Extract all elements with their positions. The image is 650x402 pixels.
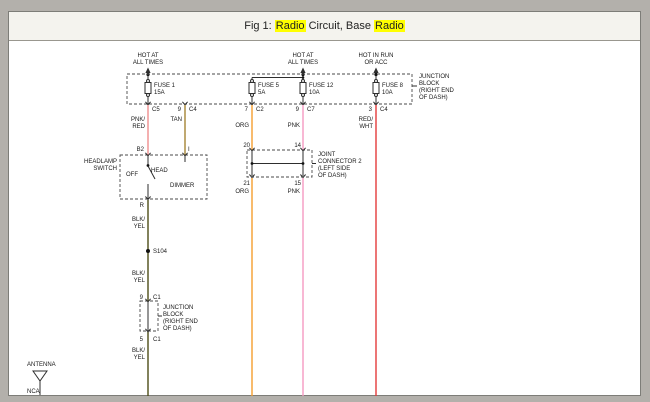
figure-title: Fig 1: Radio Circuit, Base Radio — [244, 20, 405, 32]
figure-title-bar: Fig 1: Radio Circuit, Base Radio — [9, 12, 640, 41]
title-search-highlight-1: Radio — [275, 20, 306, 32]
diagram-canvas[interactable] — [9, 41, 640, 395]
app-window: Fig 1: Radio Circuit, Base Radio HOT AT … — [0, 0, 650, 402]
title-search-highlight-2: Radio — [374, 20, 405, 32]
diagram-viewer-panel: Fig 1: Radio Circuit, Base Radio — [8, 11, 641, 396]
title-prefix: Fig 1: — [244, 20, 275, 32]
title-middle: Circuit, Base — [306, 20, 374, 32]
